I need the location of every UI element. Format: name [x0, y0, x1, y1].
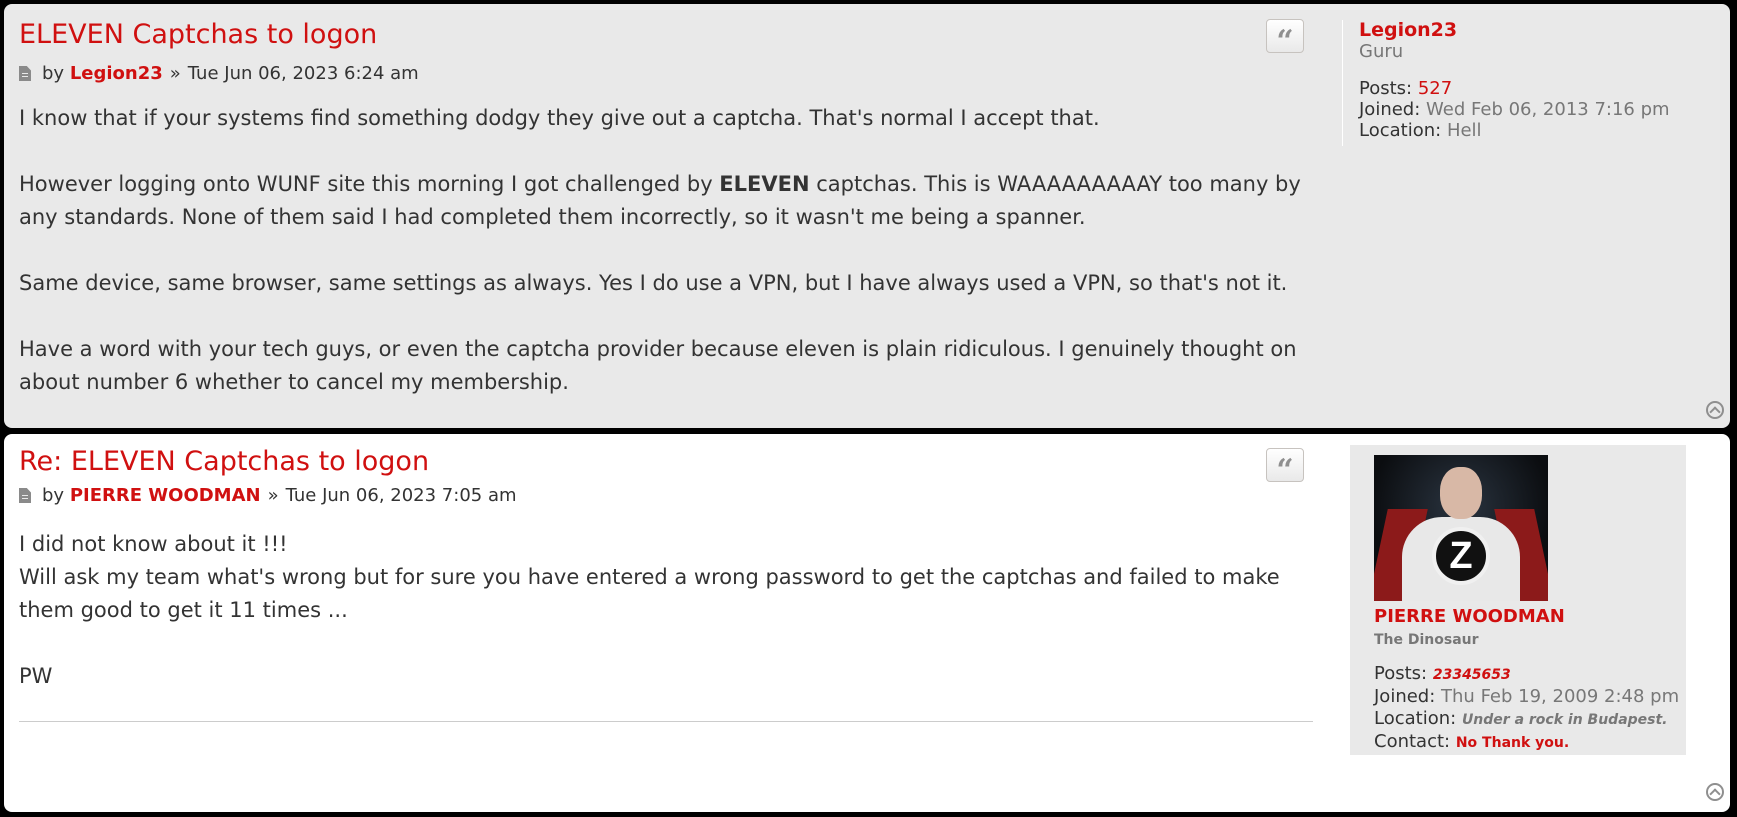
profile-joined: Joined: Wed Feb 06, 2013 7:16 pm: [1359, 99, 1722, 120]
quote-icon: “: [1276, 453, 1294, 488]
post-text-bold: ELEVEN: [719, 172, 810, 196]
profile-posts: Posts: 527: [1359, 78, 1722, 99]
author-profile: Z PIERRE WOODMAN The Dinosaur Posts: 233…: [1350, 445, 1686, 755]
profile-joined: Joined: Thu Feb 19, 2009 2:48 pm: [1374, 686, 1686, 708]
post-date: Tue Jun 06, 2023 6:24 am: [187, 63, 419, 84]
profile-location-label: Location:: [1359, 120, 1442, 141]
quote-button[interactable]: “: [1266, 19, 1304, 57]
post-line: PW: [19, 664, 53, 688]
post-line: Will ask my team what's wrong but for su…: [19, 565, 1287, 622]
post-title[interactable]: ELEVEN Captchas to logon: [19, 19, 377, 51]
post-paragraph-spacer: [19, 300, 1309, 333]
profile-location: Location: Under a rock in Budapest.: [1374, 708, 1686, 731]
quote-icon: “: [1276, 24, 1294, 59]
post-paragraph-spacer: [19, 234, 1309, 267]
profile-username-link[interactable]: Legion23: [1359, 20, 1722, 41]
profile-location-value: Under a rock in Budapest.: [1461, 712, 1668, 728]
post-text-segment: However logging onto WUNF site this morn…: [19, 172, 720, 196]
post-content: I did not know about it !!! Will ask my …: [19, 528, 1309, 693]
author-profile: Legion23 Guru Posts: 527 Joined: Wed Feb…: [1342, 20, 1722, 146]
post-1: ELEVEN Captchas to logon by Legion23 » T…: [4, 4, 1730, 428]
post-2: Re: ELEVEN Captchas to logon by PIERRE W…: [4, 434, 1730, 812]
post-date: Tue Jun 06, 2023 7:05 am: [285, 485, 517, 506]
quote-button[interactable]: “: [1266, 448, 1304, 486]
profile-posts-label: Posts:: [1359, 78, 1413, 99]
post-author-link[interactable]: Legion23: [70, 63, 163, 84]
profile-joined-value: Wed Feb 06, 2013 7:16 pm: [1426, 99, 1670, 120]
profile-location-value: Hell: [1446, 120, 1482, 141]
by-label: by: [42, 485, 65, 506]
file-icon[interactable]: [19, 66, 31, 81]
profile-joined-value: Thu Feb 19, 2009 2:48 pm: [1441, 686, 1680, 707]
profile-joined-label: Joined:: [1359, 99, 1421, 120]
profile-posts: Posts: 23345653: [1374, 663, 1686, 686]
avatar[interactable]: Z: [1374, 455, 1548, 601]
profile-posts-label: Posts:: [1374, 663, 1428, 684]
post-content: I know that if your systems find somethi…: [19, 102, 1309, 399]
profile-location-label: Location:: [1374, 708, 1457, 729]
meta-separator: »: [169, 63, 181, 84]
post-paragraph: I know that if your systems find somethi…: [19, 106, 1100, 130]
profile-rank: Guru: [1359, 41, 1404, 62]
post-paragraph-spacer: [19, 135, 1309, 168]
post-line-spacer: [19, 627, 1309, 660]
post-author-link[interactable]: PIERRE WOODMAN: [70, 485, 261, 506]
post-meta: by Legion23 » Tue Jun 06, 2023 6:24 am: [19, 63, 419, 84]
back-to-top-icon[interactable]: [1706, 783, 1724, 801]
post-paragraph: Have a word with your tech guys, or even…: [19, 337, 1304, 394]
post-title[interactable]: Re: ELEVEN Captchas to logon: [19, 446, 429, 478]
profile-location: Location: Hell: [1359, 120, 1722, 141]
post-paragraph: However logging onto WUNF site this morn…: [19, 168, 1309, 234]
profile-contact-link[interactable]: No Thank you.: [1456, 735, 1569, 751]
profile-joined-label: Joined:: [1374, 686, 1436, 707]
profile-contact: Contact: No Thank you.: [1374, 731, 1686, 754]
back-to-top-icon[interactable]: [1706, 401, 1724, 419]
post-line: I did not know about it !!!: [19, 532, 288, 556]
profile-posts-link[interactable]: 527: [1418, 78, 1452, 99]
file-icon[interactable]: [19, 488, 31, 503]
by-label: by: [42, 63, 65, 84]
meta-separator: »: [267, 485, 279, 506]
post-divider: [19, 721, 1313, 722]
profile-username-link[interactable]: PIERRE WOODMAN: [1374, 605, 1686, 629]
avatar-head: [1440, 467, 1482, 519]
post-paragraph: Same device, same browser, same settings…: [19, 271, 1288, 295]
avatar-badge: Z: [1432, 527, 1490, 585]
profile-posts-link[interactable]: 23345653: [1433, 667, 1511, 683]
profile-rank: The Dinosaur: [1374, 632, 1479, 648]
profile-contact-label: Contact:: [1374, 731, 1451, 752]
post-meta: by PIERRE WOODMAN » Tue Jun 06, 2023 7:0…: [19, 485, 517, 506]
